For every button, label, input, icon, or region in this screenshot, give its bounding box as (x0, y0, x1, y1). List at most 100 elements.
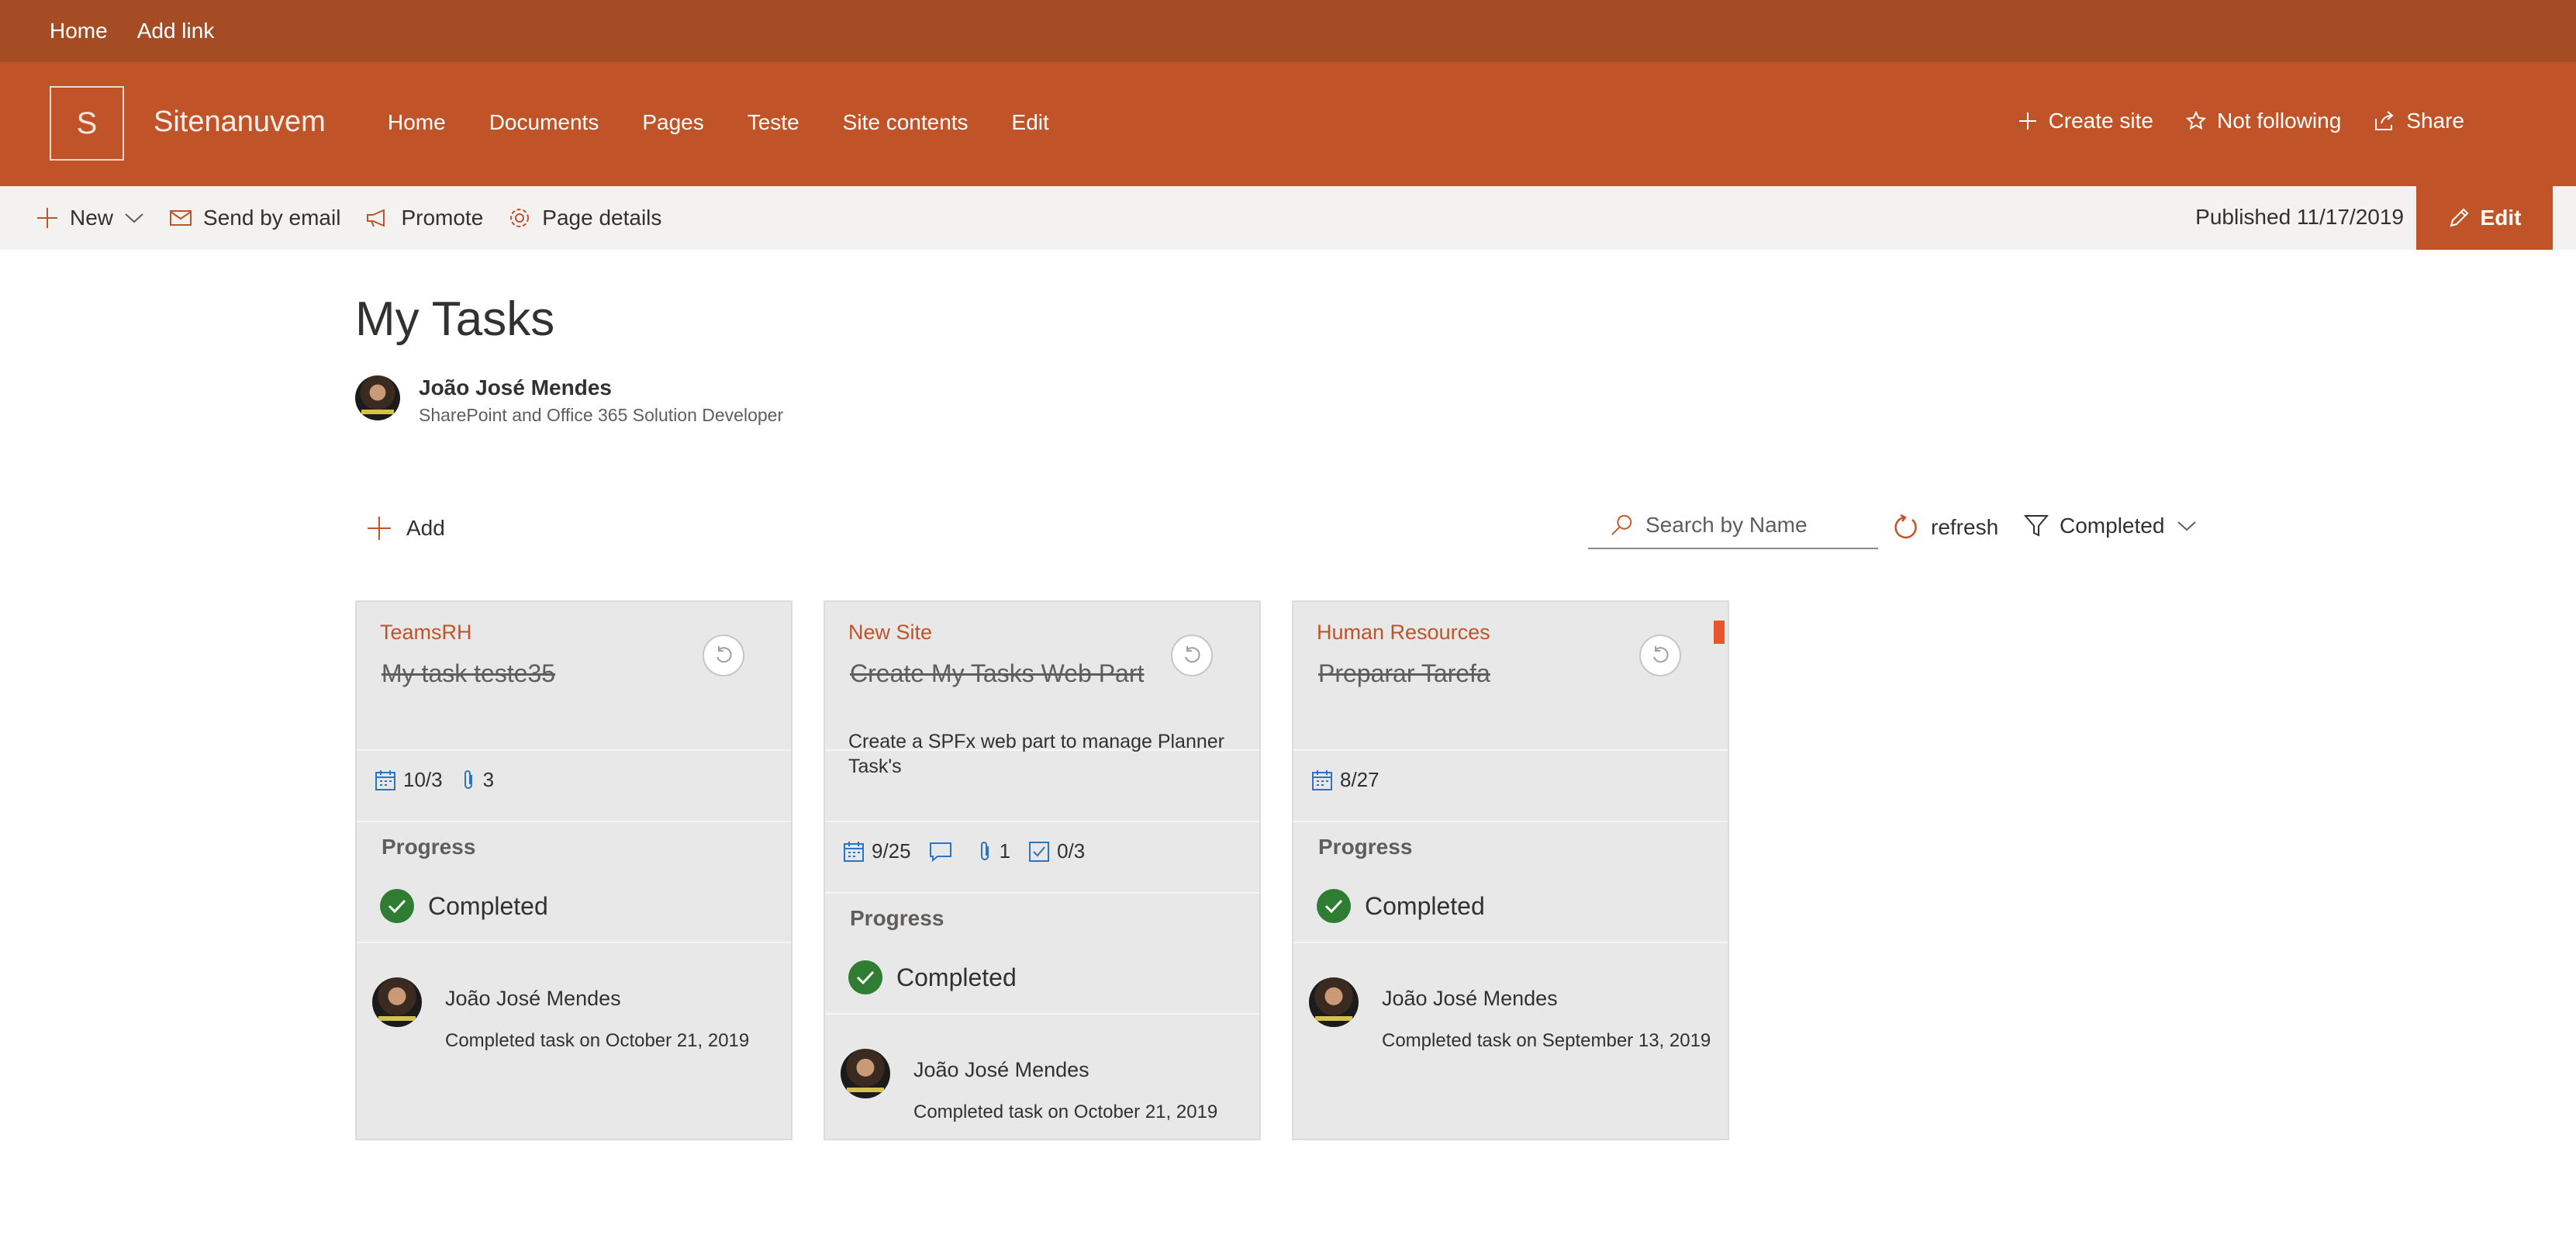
task-status[interactable]: Completed (1317, 889, 1485, 923)
task-title[interactable]: My task teste35 (382, 659, 555, 688)
assignee-name: João José Mendes (445, 987, 621, 1010)
attachments-count[interactable]: 1 (976, 839, 1010, 863)
reopen-task-button[interactable] (1639, 635, 1681, 676)
nav-home[interactable]: Home (388, 110, 446, 135)
task-assignee[interactable]: João José Mendes (1309, 977, 1558, 1027)
site-title[interactable]: Sitenanuvem (154, 105, 326, 139)
checklist-count[interactable]: 0/3 (1027, 839, 1085, 863)
search-input[interactable] (1645, 513, 1878, 538)
task-meta: 9/25 1 0/3 (842, 839, 1102, 863)
checkbox-icon (1029, 841, 1050, 862)
attachments-value: 3 (482, 768, 495, 791)
task-bucket: TeamsRH (380, 621, 472, 644)
chevron-down-icon (2177, 521, 2197, 531)
due-date: 10/3 (374, 768, 443, 792)
send-email-button[interactable]: Send by email (169, 206, 340, 230)
due-date: 8/27 (1310, 768, 1380, 792)
task-title[interactable]: Create My Tasks Web Part (850, 659, 1144, 688)
site-logo[interactable]: S (50, 86, 124, 161)
author-name[interactable]: João José Mendes (419, 375, 783, 400)
task-title[interactable]: Preparar Tarefa (1318, 659, 1490, 688)
send-email-label: Send by email (203, 206, 341, 230)
undo-icon (717, 646, 732, 663)
check-circle-icon (380, 889, 414, 923)
due-date-value: 10/3 (403, 768, 443, 791)
edit-page-button[interactable]: Edit (2416, 186, 2553, 250)
author-block: João José Mendes SharePoint and Office 3… (355, 375, 783, 426)
share-icon (2375, 111, 2394, 130)
assignee-name: João José Mendes (1382, 987, 1558, 1010)
attachments-count[interactable]: 3 (460, 768, 494, 792)
task-assignee[interactable]: João José Mendes (841, 1049, 1089, 1098)
pencil-icon (2450, 208, 2468, 227)
task-bucket: New Site (848, 621, 933, 644)
share-button[interactable]: Share (2374, 109, 2464, 133)
status-label: Completed (896, 963, 1017, 991)
calendar-icon (375, 770, 395, 790)
nav-pages[interactable]: Pages (642, 110, 703, 135)
follow-label: Not following (2216, 109, 2342, 133)
follow-button[interactable]: Not following (2185, 109, 2342, 133)
task-description: Create a SPFx web part to manage Planner… (848, 731, 1224, 777)
undo-icon (1653, 646, 1669, 663)
task-assignee[interactable]: João José Mendes (372, 977, 621, 1027)
plus-icon (2018, 112, 2036, 130)
page-details-button[interactable]: Page details (508, 206, 661, 230)
reopen-task-button[interactable] (1171, 635, 1213, 676)
comments-indicator[interactable] (928, 841, 959, 863)
filter-icon (2024, 515, 2049, 537)
plus-icon (368, 517, 391, 540)
create-site-button[interactable]: Create site (2018, 109, 2153, 133)
task-bucket: Human Resources (1317, 621, 1490, 644)
check-circle-icon (848, 960, 882, 994)
due-date-value: 9/25 (872, 839, 911, 863)
checklist-value: 0/3 (1057, 839, 1086, 863)
nav-teste[interactable]: Teste (748, 110, 799, 135)
author-text: João José Mendes SharePoint and Office 3… (419, 375, 783, 426)
refresh-button[interactable]: refresh (1892, 514, 1998, 541)
search-icon (1611, 514, 1632, 535)
nav-edit[interactable]: Edit (1012, 110, 1049, 135)
attachments-value: 1 (999, 839, 1011, 863)
new-label: New (70, 206, 114, 230)
priority-flag-icon (1714, 621, 1725, 644)
published-status: Published 11/17/2019 (2195, 205, 2404, 229)
calendar-icon (1312, 770, 1332, 790)
refresh-icon (1894, 514, 1917, 539)
site-actions: Create site Not following Share (1985, 109, 2464, 133)
promote-button[interactable]: Promote (365, 206, 483, 230)
reopen-task-button[interactable] (703, 635, 744, 676)
page-title: My Tasks (355, 292, 555, 346)
author-avatar[interactable] (355, 375, 400, 420)
status-label: Completed (428, 891, 548, 920)
task-card[interactable]: TeamsRH My task teste35 10/3 3 Progress … (355, 600, 792, 1140)
page-details-label: Page details (542, 206, 662, 230)
comment-icon (929, 842, 951, 862)
megaphone-icon (367, 209, 385, 227)
nav-site-contents[interactable]: Site contents (843, 110, 969, 135)
avatar (372, 977, 422, 1027)
task-status[interactable]: Completed (848, 960, 1017, 994)
completed-date: Completed task on October 21, 2019 (445, 1030, 750, 1051)
promote-label: Promote (401, 206, 484, 230)
progress-label: Progress (1318, 835, 1413, 859)
add-task-button[interactable]: Add (366, 515, 445, 541)
due-date-value: 8/27 (1340, 768, 1380, 791)
suite-link-home[interactable]: Home (50, 19, 108, 43)
task-meta: 10/3 3 (374, 768, 511, 792)
nav-documents[interactable]: Documents (489, 110, 599, 135)
paperclip-icon (980, 841, 989, 860)
suite-link-add-link[interactable]: Add link (137, 19, 215, 43)
filter-label: Completed (2060, 514, 2165, 538)
command-bar: New Send by email Promote Page details P… (0, 186, 2576, 250)
author-role: SharePoint and Office 365 Solution Devel… (419, 405, 784, 425)
check-circle-icon (1317, 889, 1351, 923)
task-card[interactable]: Human Resources Preparar Tarefa 8/27 Pro… (1292, 600, 1729, 1140)
filter-dropdown[interactable]: Completed (2024, 514, 2197, 538)
avatar (841, 1049, 890, 1098)
new-button[interactable]: New (36, 206, 144, 230)
task-card[interactable]: New Site Create My Tasks Web Part Create… (824, 600, 1261, 1140)
suite-bar: Home Add link (0, 0, 2576, 62)
task-status[interactable]: Completed (380, 889, 548, 923)
avatar (1309, 977, 1359, 1027)
